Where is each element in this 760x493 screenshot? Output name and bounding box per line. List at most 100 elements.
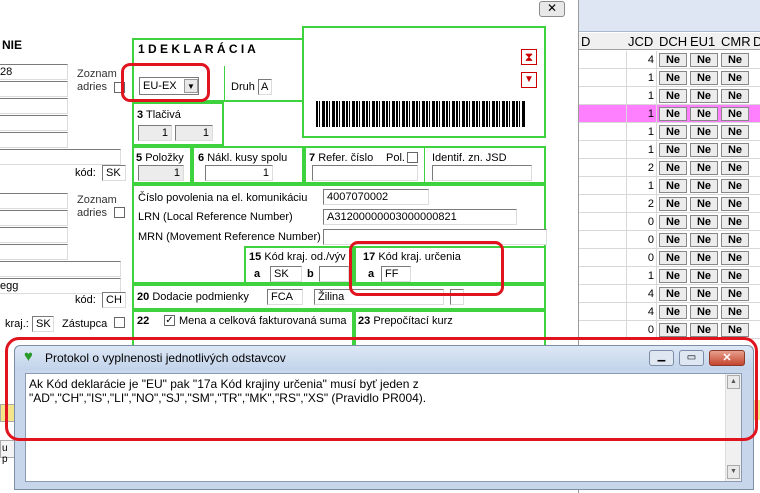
close-button[interactable]: ✕ <box>539 1 565 17</box>
odosl-field[interactable]: SK <box>270 266 302 282</box>
cmr-button[interactable]: Ne <box>721 197 749 211</box>
dch-button[interactable]: Ne <box>659 161 687 175</box>
consignee-field-2[interactable] <box>0 210 68 226</box>
cmr-button[interactable]: Ne <box>721 53 749 67</box>
table-row[interactable]: 1 Ne Ne Ne <box>579 267 760 285</box>
zastupca-checkbox[interactable] <box>114 317 125 328</box>
eu1-button[interactable]: Ne <box>690 323 718 337</box>
eu1-button[interactable]: Ne <box>690 287 718 301</box>
table-row[interactable]: 2 Ne Ne Ne <box>579 195 760 213</box>
eu1-button[interactable]: Ne <box>690 71 718 85</box>
eu1-button[interactable]: Ne <box>690 53 718 67</box>
kod-field-2[interactable]: CH <box>102 292 126 308</box>
dch-button[interactable]: Ne <box>659 323 687 337</box>
odosl-b-field[interactable] <box>319 266 349 282</box>
cmr-button[interactable]: Ne <box>721 269 749 283</box>
dch-button[interactable]: Ne <box>659 269 687 283</box>
cmr-button[interactable]: Ne <box>721 71 749 85</box>
consignee-field-3[interactable] <box>0 227 68 243</box>
table-row[interactable]: 1 Ne Ne Ne <box>579 69 760 87</box>
eu1-button[interactable]: Ne <box>690 89 718 103</box>
mena-checkbox[interactable]: ✓ <box>164 315 175 326</box>
eu1-button[interactable]: Ne <box>690 161 718 175</box>
table-row[interactable]: 0 Ne Ne Ne <box>579 213 760 231</box>
cmr-button[interactable]: Ne <box>721 143 749 157</box>
lrn-field[interactable]: A31200000003000000821 <box>323 209 517 225</box>
hourglass-icon[interactable]: ⧗ <box>521 49 537 65</box>
dch-button[interactable]: Ne <box>659 287 687 301</box>
dch-button[interactable]: Ne <box>659 179 687 193</box>
identif-field[interactable] <box>432 165 532 181</box>
table-row[interactable]: 1 Ne Ne Ne <box>579 141 760 159</box>
kraj-field[interactable]: SK <box>32 316 54 332</box>
dch-button[interactable]: Ne <box>659 71 687 85</box>
sender-field-2[interactable] <box>0 81 68 97</box>
dodacie-field[interactable]: FCA <box>267 289 303 305</box>
table-row[interactable]: 1 Ne Ne Ne <box>579 177 760 195</box>
cmr-button[interactable]: Ne <box>721 125 749 139</box>
kusy-field[interactable]: 1 <box>205 165 273 181</box>
header-dch[interactable]: DCH <box>659 34 687 49</box>
kod-field-1[interactable]: SK <box>102 165 126 181</box>
cmr-button[interactable]: Ne <box>721 287 749 301</box>
cmr-button[interactable]: Ne <box>721 89 749 103</box>
eu1-button[interactable]: Ne <box>690 197 718 211</box>
eu1-button[interactable]: Ne <box>690 251 718 265</box>
eu1-button[interactable]: Ne <box>690 179 718 193</box>
eu1-button[interactable]: Ne <box>690 269 718 283</box>
dch-button[interactable]: Ne <box>659 125 687 139</box>
eu1-button[interactable]: Ne <box>690 305 718 319</box>
header-jcd[interactable]: JCD <box>628 34 653 49</box>
eu1-button[interactable]: Ne <box>690 233 718 247</box>
consignee-field-5[interactable] <box>0 261 121 277</box>
table-row[interactable]: 1 Ne Ne Ne <box>579 123 760 141</box>
eu1-button[interactable]: Ne <box>690 107 718 121</box>
header-eu1[interactable]: EU1 <box>690 34 715 49</box>
header-d[interactable]: D <box>581 34 590 49</box>
cmr-button[interactable]: Ne <box>721 251 749 265</box>
header-d2[interactable]: D <box>753 34 760 49</box>
sender-field-5[interactable] <box>0 132 68 148</box>
sender-field[interactable]: 28 <box>0 64 68 80</box>
dch-button[interactable]: Ne <box>659 107 687 121</box>
cmr-button[interactable]: Ne <box>721 323 749 337</box>
cmr-button[interactable]: Ne <box>721 305 749 319</box>
eu1-button[interactable]: Ne <box>690 215 718 229</box>
cmr-button[interactable]: Ne <box>721 179 749 193</box>
table-row[interactable]: 4 Ne Ne Ne <box>579 51 760 69</box>
cmr-button[interactable]: Ne <box>721 161 749 175</box>
consignee-field-4[interactable] <box>0 244 68 260</box>
table-row[interactable]: 0 Ne Ne Ne <box>579 249 760 267</box>
table-row[interactable]: 4 Ne Ne Ne <box>579 303 760 321</box>
dch-button[interactable]: Ne <box>659 53 687 67</box>
scroll-down-arrow-icon[interactable]: ▼ <box>727 465 740 479</box>
table-row[interactable]: 2 Ne Ne Ne <box>579 159 760 177</box>
dch-button[interactable]: Ne <box>659 305 687 319</box>
cmr-button[interactable]: Ne <box>721 233 749 247</box>
povolenie-field[interactable]: 4007070002 <box>323 189 429 205</box>
table-row[interactable]: 1 Ne Ne Ne <box>579 105 760 123</box>
druh-field[interactable]: A <box>258 79 272 95</box>
sender-field-3[interactable] <box>0 98 68 114</box>
table-row[interactable]: 1 Ne Ne Ne <box>579 87 760 105</box>
dch-button[interactable]: Ne <box>659 215 687 229</box>
collapse-icon[interactable]: ▼ <box>521 72 537 88</box>
zoznam-adries-checkbox-2[interactable] <box>114 207 125 218</box>
cmr-button[interactable]: Ne <box>721 215 749 229</box>
eu1-button[interactable]: Ne <box>690 143 718 157</box>
eu1-button[interactable]: Ne <box>690 125 718 139</box>
table-row[interactable]: 4 Ne Ne Ne <box>579 285 760 303</box>
sender-field-6[interactable] <box>0 149 121 165</box>
dch-button[interactable]: Ne <box>659 197 687 211</box>
header-cmr[interactable]: CMR <box>721 34 751 49</box>
sender-field-4[interactable] <box>0 115 68 131</box>
pol-checkbox[interactable] <box>407 152 418 163</box>
table-row[interactable]: 0 Ne Ne Ne <box>579 231 760 249</box>
cmr-button[interactable]: Ne <box>721 107 749 121</box>
dch-button[interactable]: Ne <box>659 251 687 265</box>
dch-button[interactable]: Ne <box>659 89 687 103</box>
refer-field[interactable] <box>312 165 418 181</box>
dch-button[interactable]: Ne <box>659 233 687 247</box>
dch-button[interactable]: Ne <box>659 143 687 157</box>
consignee-field-1[interactable] <box>0 193 68 209</box>
